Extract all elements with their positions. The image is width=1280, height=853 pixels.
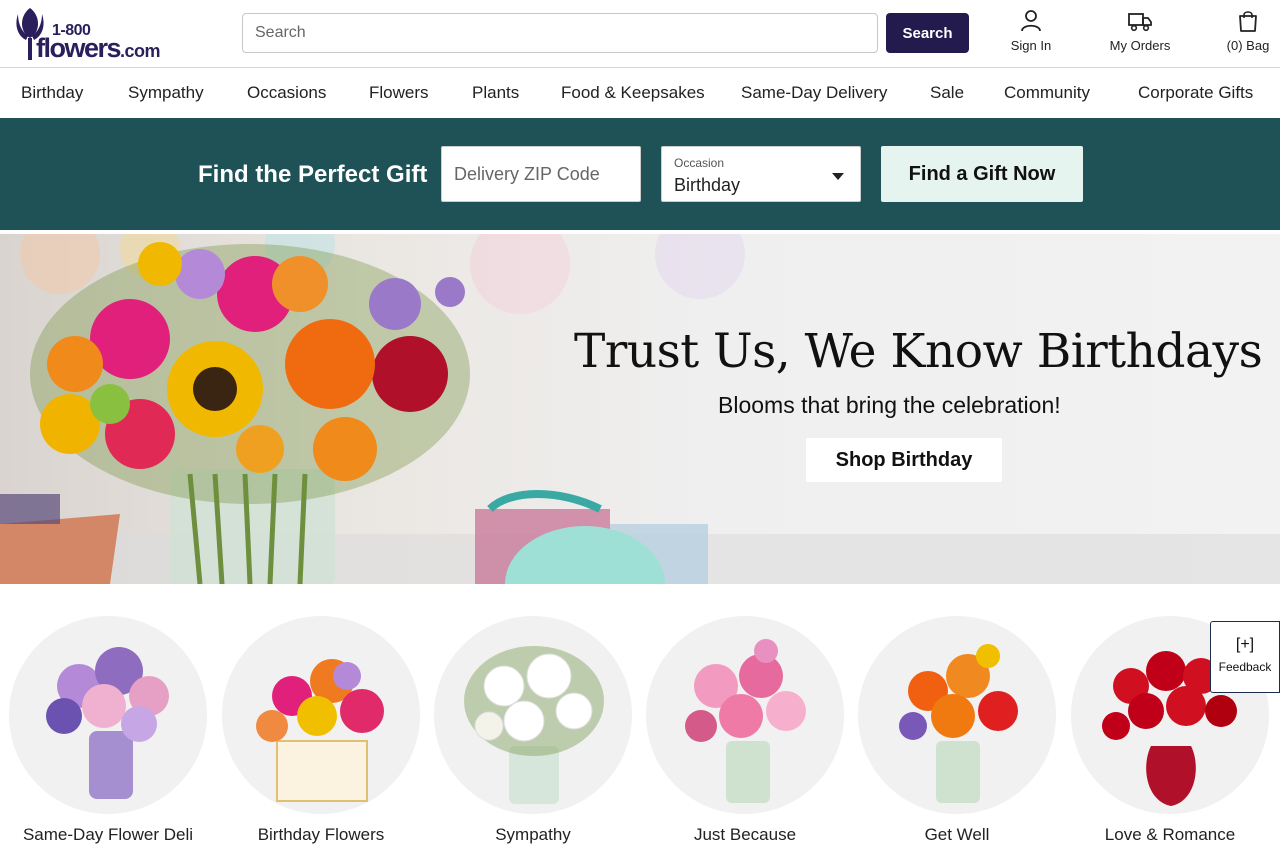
- my-orders-link[interactable]: My Orders: [1100, 8, 1180, 53]
- gift-finder: Find the Perfect Gift Occasion Birthday …: [0, 118, 1280, 230]
- category-carousel: Same-Day Flower Deli Birthday Flowers Sy…: [0, 584, 1280, 853]
- nav-item-community[interactable]: Community: [1004, 83, 1090, 103]
- nav-item-flowers[interactable]: Flowers: [369, 83, 429, 103]
- logo-wordmark: flowers.com: [36, 33, 161, 65]
- category-birthday[interactable]: Birthday Flowers: [211, 616, 431, 846]
- category-just-because[interactable]: Just Because: [635, 616, 855, 846]
- truck-icon: [1128, 13, 1152, 32]
- shopping-bag-icon: [1239, 11, 1257, 32]
- bag-label: (0) Bag: [1226, 38, 1270, 53]
- site-logo[interactable]: 1-800 flowers.com: [10, 4, 161, 65]
- zip-code-input[interactable]: [441, 146, 641, 202]
- main-navigation: Birthday Sympathy Occasions Flowers Plan…: [0, 68, 1280, 118]
- search-input[interactable]: [242, 13, 878, 53]
- category-label: Just Because: [693, 825, 797, 844]
- nav-item-food-keepsakes[interactable]: Food & Keepsakes: [561, 83, 705, 103]
- plus-icon: [+]: [1235, 636, 1255, 653]
- category-same-day[interactable]: Same-Day Flower Deli: [0, 616, 218, 846]
- category-get-well[interactable]: Get Well: [847, 616, 1067, 846]
- pink-bouquet-image: [646, 616, 844, 814]
- nav-item-plants[interactable]: Plants: [472, 83, 519, 103]
- occasion-label: Occasion: [674, 156, 725, 170]
- category-sympathy[interactable]: Sympathy: [423, 616, 643, 846]
- category-label: Birthday Flowers: [257, 825, 385, 844]
- category-label: Love & Romance: [1104, 825, 1236, 844]
- logo-wordmark-suffix: .com: [120, 41, 161, 61]
- hero-subtitle: Blooms that bring the celebration!: [718, 392, 1061, 418]
- shop-birthday-button[interactable]: Shop Birthday: [806, 438, 1002, 482]
- birthday-bouquet-image: [222, 616, 420, 814]
- search-button[interactable]: Search: [886, 13, 969, 53]
- sign-in-label: Sign In: [1010, 38, 1052, 53]
- hero-title: Trust Us, We Know Birthdays: [574, 324, 1263, 379]
- category-label: Same-Day Flower Deli: [22, 825, 194, 844]
- category-label: Sympathy: [495, 825, 571, 844]
- nav-item-same-day-delivery[interactable]: Same-Day Delivery: [741, 83, 887, 103]
- orange-lily-bouquet-image: [858, 616, 1056, 814]
- occasion-value: Birthday: [674, 175, 741, 195]
- nav-item-corporate-gifts[interactable]: Corporate Gifts: [1138, 83, 1253, 103]
- caret-down-icon: [832, 173, 844, 180]
- feedback-label: Feedback: [1218, 660, 1272, 674]
- site-header: 1-800 flowers.com Search Sign In My Orde…: [0, 0, 1280, 68]
- purple-bouquet-image: [9, 616, 207, 814]
- gift-finder-title: Find the Perfect Gift: [198, 161, 428, 188]
- bag-link[interactable]: (0) Bag: [1222, 8, 1274, 53]
- nav-item-sympathy[interactable]: Sympathy: [128, 83, 204, 103]
- user-icon: [1021, 10, 1041, 32]
- nav-item-birthday[interactable]: Birthday: [21, 83, 83, 103]
- hero-banner[interactable]: Trust Us, We Know Birthdays Blooms that …: [0, 234, 1280, 584]
- category-label: Get Well: [924, 825, 990, 844]
- occasion-select[interactable]: Occasion Birthday: [661, 146, 861, 202]
- hero-bouquet-image: [0, 234, 1280, 584]
- find-gift-button[interactable]: Find a Gift Now: [881, 146, 1083, 202]
- white-lily-bouquet-image: [434, 616, 632, 814]
- sign-in-link[interactable]: Sign In: [1002, 8, 1060, 53]
- nav-item-sale[interactable]: Sale: [930, 83, 964, 103]
- feedback-tab[interactable]: [+] Feedback: [1210, 621, 1280, 693]
- my-orders-label: My Orders: [1109, 38, 1171, 53]
- logo-wordmark-main: flowers: [36, 33, 122, 63]
- nav-item-occasions[interactable]: Occasions: [247, 83, 326, 103]
